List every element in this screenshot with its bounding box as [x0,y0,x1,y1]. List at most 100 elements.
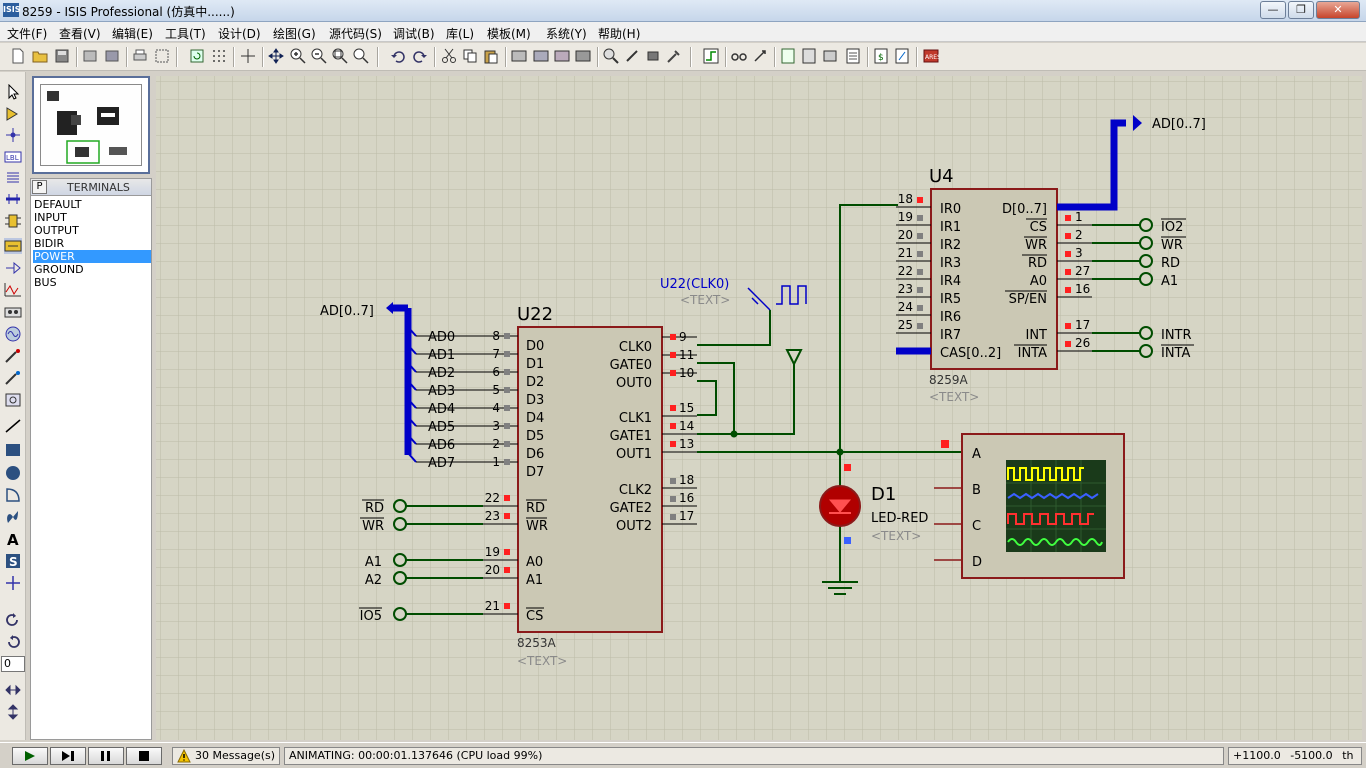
subcircuit-icon[interactable] [4,213,22,229]
graph-mode-icon[interactable] [4,282,22,298]
menu-graph[interactable]: 绘图(G) [273,25,316,42]
block-delete-icon[interactable] [575,48,591,64]
junction-dot-icon[interactable] [4,127,22,143]
mirror-vertical-icon[interactable] [4,704,22,720]
terminal-item-bidir[interactable]: BIDIR [33,237,151,250]
menu-help[interactable]: 帮助(H) [598,25,640,42]
grid-icon[interactable] [211,48,227,64]
device-pins-icon[interactable] [4,260,22,276]
pick-button[interactable]: P [32,180,47,194]
redo-icon[interactable] [412,48,428,64]
box-tool-icon[interactable] [4,442,22,458]
menu-file[interactable]: 文件(F) [7,25,47,42]
menu-tools[interactable]: 工具(T) [165,25,206,42]
line-tool-icon[interactable] [4,418,22,434]
block-rotate-icon[interactable] [554,48,570,64]
schematic-canvas[interactable]: U22 8253A <TEXT> D0 D1 D2 D3 D4 D5 D6 D7… [156,76,1362,740]
origin-icon[interactable] [240,48,256,64]
block-copy-icon[interactable] [511,48,527,64]
terminal-item-bus[interactable]: BUS [33,276,151,289]
netlist-icon[interactable] [894,48,910,64]
search-icon[interactable] [731,48,747,64]
menu-view[interactable]: 查看(V) [59,25,101,42]
virtual-instruments-icon[interactable] [4,392,22,408]
circle-tool-icon[interactable] [4,465,22,481]
maximize-button[interactable]: ❐ [1288,1,1314,19]
close-button[interactable]: ✕ [1316,1,1360,19]
property-tool-icon[interactable] [752,48,768,64]
ares-icon[interactable]: ARES [923,48,939,64]
selection-mode-icon[interactable] [4,84,22,100]
menu-edit[interactable]: 编辑(E) [112,25,153,42]
new-sheet-icon[interactable] [780,48,796,64]
voltage-probe-icon[interactable] [4,348,22,364]
rotate-anticlockwise-icon[interactable] [4,634,22,650]
animation-status: ANIMATING: 00:00:01.137646 (CPU load 99%… [284,747,1224,765]
mirror-horizontal-icon[interactable] [4,682,22,698]
rotate-clockwise-icon[interactable] [4,612,22,628]
zoom-area-icon[interactable] [353,48,369,64]
marker-tool-icon[interactable] [4,575,22,591]
paste-icon[interactable] [483,48,499,64]
remove-sheet-icon[interactable] [801,48,817,64]
symbol-tool-icon[interactable]: S [4,553,22,569]
block-move-icon[interactable] [533,48,549,64]
pick-device-icon[interactable] [603,48,619,64]
zoom-all-icon[interactable] [332,48,348,64]
menu-library[interactable]: 库(L) [446,25,474,42]
generator-mode-icon[interactable] [4,326,22,342]
terminal-item-input[interactable]: INPUT [33,211,151,224]
messages-indicator[interactable]: 30 Message(s) [172,747,280,765]
terminals-mode-icon[interactable] [4,238,22,254]
component-mode-icon[interactable] [4,106,22,122]
menu-system[interactable]: 系统(Y) [546,25,587,42]
packaging-tool-icon[interactable] [666,48,682,64]
bus-mode-icon[interactable] [4,191,22,207]
zoom-in-icon[interactable] [290,48,306,64]
oscilloscope[interactable]: A B C D [934,433,1125,579]
terminal-item-power[interactable]: POWER [33,250,151,263]
save-icon[interactable] [54,48,70,64]
tape-recorder-icon[interactable] [4,304,22,320]
redraw-icon[interactable] [189,48,205,64]
new-file-icon[interactable] [10,48,26,64]
zoom-out-icon[interactable] [311,48,327,64]
overview-viewport[interactable] [40,84,142,166]
terminal-item-output[interactable]: OUTPUT [33,224,151,237]
print-icon[interactable] [132,48,148,64]
undo-icon[interactable] [390,48,406,64]
pause-button[interactable] [88,747,124,765]
rotation-angle-field[interactable]: 0 [1,656,25,672]
exit-parent-icon[interactable] [822,48,838,64]
wire-autorouter-icon[interactable] [703,48,719,64]
menu-template[interactable]: 模板(M) [487,25,531,42]
pan-icon[interactable] [268,48,284,64]
text-script-icon[interactable] [4,170,22,186]
current-probe-icon[interactable] [4,370,22,386]
menu-design[interactable]: 设计(D) [218,25,261,42]
import-icon[interactable] [82,48,98,64]
step-button[interactable] [50,747,86,765]
copy-icon[interactable] [462,48,478,64]
erc-icon[interactable]: $ [873,48,889,64]
arc-tool-icon[interactable] [4,487,22,503]
print-area-icon[interactable] [154,48,170,64]
path-tool-icon[interactable] [4,509,22,525]
play-button[interactable] [12,747,48,765]
wire-label-icon[interactable]: LBL [4,149,22,165]
menu-source[interactable]: 源代码(S) [329,25,382,42]
overview-window[interactable] [32,76,150,174]
make-device-icon[interactable] [624,48,640,64]
menu-debug[interactable]: 调试(B) [393,25,435,42]
bill-of-materials-icon[interactable] [845,48,861,64]
minimize-button[interactable]: — [1260,1,1286,19]
text-tool-icon[interactable]: A [4,531,22,547]
cut-icon[interactable] [441,48,457,64]
export-icon[interactable] [104,48,120,64]
terminal-item-default[interactable]: DEFAULT [33,198,151,211]
terminal-item-ground[interactable]: GROUND [33,263,151,276]
u4-text: <TEXT> [929,390,979,404]
decompose-icon[interactable] [645,48,661,64]
open-folder-icon[interactable] [32,48,48,64]
stop-button[interactable] [126,747,162,765]
